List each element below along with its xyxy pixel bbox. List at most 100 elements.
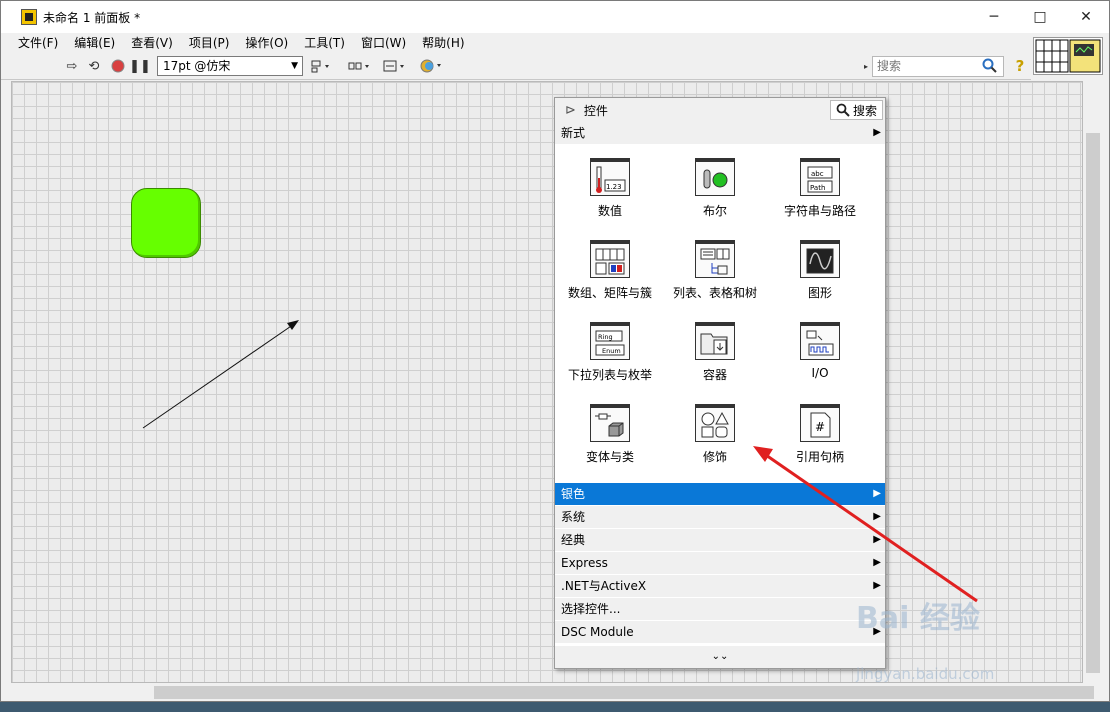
menu-bar: 文件(F) 编辑(E) 查看(V) 项目(P) 操作(O) 工具(T) 窗口(W…	[1, 33, 1031, 53]
palette-header: ⊳ 控件 搜索	[555, 98, 885, 122]
chevron-right-icon: ▶	[873, 127, 881, 138]
pin-icon[interactable]: ⊳	[565, 103, 576, 118]
numeric-glyph: 1.23	[606, 183, 622, 191]
palette-item-label: 容器	[702, 368, 727, 382]
menu-view[interactable]: 查看(V)	[123, 33, 181, 53]
boolean-led-indicator[interactable]	[131, 188, 201, 258]
menu-help[interactable]: 帮助(H)	[414, 33, 472, 53]
palette-item-label: 字符串与路径	[783, 204, 856, 218]
palette-item-label: I/O	[811, 366, 829, 380]
category-label: 经典	[561, 533, 586, 547]
abort-icon[interactable]	[109, 57, 127, 75]
toolbar: ⇨ ⟲ ❚❚ 17pt @仿宋 ▼ ▸ 搜索 ?	[1, 53, 1031, 80]
vertical-scrollbar[interactable]	[1084, 81, 1102, 683]
category-label: DSC Module	[561, 625, 634, 639]
palette-item-variant-class[interactable]: 变体与类	[555, 390, 665, 470]
palette-title: 控件	[583, 103, 608, 118]
palette-item-label: 列表、表格和树	[672, 286, 757, 300]
category-label: 系统	[561, 510, 586, 524]
palette-search-label: 搜索	[852, 103, 877, 118]
palette-item-list-table-tree[interactable]: 列表、表格和树	[660, 226, 770, 306]
expand-more-button[interactable]: ⌄⌄	[555, 646, 885, 668]
container-icon	[695, 322, 735, 360]
search-toggle-icon[interactable]: ▸	[862, 57, 870, 75]
close-button[interactable]: ✕	[1063, 1, 1109, 33]
category-dotnet-activex[interactable]: .NET与ActiveX ▶	[555, 575, 885, 597]
palette-item-array-matrix-cluster[interactable]: 数组、矩阵与簇	[555, 226, 665, 306]
controls-palette: ⊳ 控件 搜索 新式 ▶ 1.23 数值 布尔 abc Path 字符串与路径 …	[554, 97, 886, 669]
palette-item-label: 布尔	[702, 204, 727, 218]
chevron-right-icon: ▶	[873, 488, 881, 499]
distribute-objects-icon[interactable]	[346, 57, 374, 75]
category-label: 银色	[561, 487, 586, 501]
path-glyph: Path	[810, 184, 825, 192]
window-title: 未命名 1 前面板 *	[43, 10, 141, 25]
palette-item-label: 引用句柄	[795, 450, 844, 464]
menu-window[interactable]: 窗口(W)	[353, 33, 414, 53]
minimize-button[interactable]: ─	[971, 1, 1017, 33]
category-label: .NET与ActiveX	[561, 579, 647, 593]
category-label: 新式	[561, 126, 586, 140]
category-silver[interactable]: 银色 ▶	[555, 483, 885, 505]
vi-icon-pane[interactable]	[1033, 37, 1103, 75]
palette-item-string-path[interactable]: abc Path 字符串与路径	[765, 144, 875, 224]
palette-item-boolean[interactable]: 布尔	[660, 144, 770, 224]
ring-glyph: Ring	[598, 333, 613, 341]
palette-item-label: 数组、矩阵与簇	[567, 286, 652, 300]
font-selector[interactable]: 17pt @仿宋 ▼	[157, 56, 303, 76]
category-classic[interactable]: 经典 ▶	[555, 529, 885, 551]
menu-operate[interactable]: 操作(O)	[237, 33, 296, 53]
reorder-icon[interactable]	[418, 57, 446, 75]
run-continuously-icon[interactable]: ⟲	[85, 57, 103, 75]
double-chevron-down-icon: ⌄⌄	[711, 651, 729, 662]
palette-item-containers[interactable]: 容器	[660, 308, 770, 388]
palette-item-label: 下拉列表与枚举	[567, 368, 652, 382]
maximize-button[interactable]: □	[1017, 1, 1063, 33]
category-system[interactable]: 系统 ▶	[555, 506, 885, 528]
palette-item-refnum[interactable]: # 引用句柄	[765, 390, 875, 470]
palette-item-label: 变体与类	[585, 450, 634, 464]
front-panel-window: 未命名 1 前面板 * ─ □ ✕ 文件(F) 编辑(E) 查看(V) 项目(P…	[0, 0, 1110, 702]
palette-item-label: 数值	[597, 204, 622, 218]
horizontal-scroll-thumb[interactable]	[154, 686, 1094, 699]
horizontal-scrollbar[interactable]	[11, 684, 1102, 701]
run-arrow-icon[interactable]: ⇨	[63, 57, 81, 75]
palette-item-grid: 1.23 数值 布尔 abc Path 字符串与路径 数组、矩阵与簇 列表、表格…	[555, 144, 885, 482]
list-table-tree-icon	[695, 240, 735, 278]
title-bar: 未命名 1 前面板 * ─ □ ✕	[1, 1, 1109, 33]
labview-app-icon	[21, 9, 37, 25]
baidu-watermark: Bai 经验	[856, 601, 980, 636]
menu-edit[interactable]: 编辑(E)	[66, 33, 123, 53]
graph-icon	[800, 240, 840, 278]
decorations-icon	[695, 404, 735, 442]
boolean-icon	[695, 158, 735, 196]
menu-file[interactable]: 文件(F)	[10, 33, 66, 53]
resize-objects-icon[interactable]	[381, 57, 409, 75]
category-modern[interactable]: 新式 ▶	[555, 122, 885, 144]
palette-item-label: 图形	[807, 286, 832, 300]
palette-item-decorations[interactable]: 修饰	[660, 390, 770, 470]
svg-text:#: #	[815, 420, 825, 434]
menu-tools[interactable]: 工具(T)	[296, 33, 353, 53]
numeric-icon: 1.23	[590, 158, 630, 196]
align-objects-icon[interactable]	[310, 57, 338, 75]
palette-item-label: 修饰	[702, 450, 727, 464]
palette-item-numeric[interactable]: 1.23 数值	[555, 144, 665, 224]
pause-icon[interactable]: ❚❚	[129, 57, 151, 75]
context-help-icon[interactable]: ?	[1011, 57, 1029, 75]
refnum-icon: #	[800, 404, 840, 442]
search-icon[interactable]	[980, 57, 1000, 75]
search-placeholder: 搜索	[877, 59, 902, 73]
chevron-right-icon: ▶	[873, 534, 881, 545]
category-express[interactable]: Express ▶	[555, 552, 885, 574]
menu-project[interactable]: 项目(P)	[181, 33, 238, 53]
chevron-right-icon: ▶	[873, 511, 881, 522]
select-control-item[interactable]: 选择控件...	[555, 598, 885, 620]
category-dsc-module[interactable]: DSC Module ▶	[555, 621, 885, 643]
palette-search-button[interactable]: 搜索	[829, 100, 883, 120]
vertical-scroll-thumb[interactable]	[1086, 133, 1100, 673]
palette-item-graph[interactable]: 图形	[765, 226, 875, 306]
string-glyph: abc	[811, 170, 824, 178]
palette-item-io[interactable]: I/O	[765, 308, 875, 388]
palette-item-ring-enum[interactable]: Ring Enum 下拉列表与枚举	[555, 308, 665, 388]
